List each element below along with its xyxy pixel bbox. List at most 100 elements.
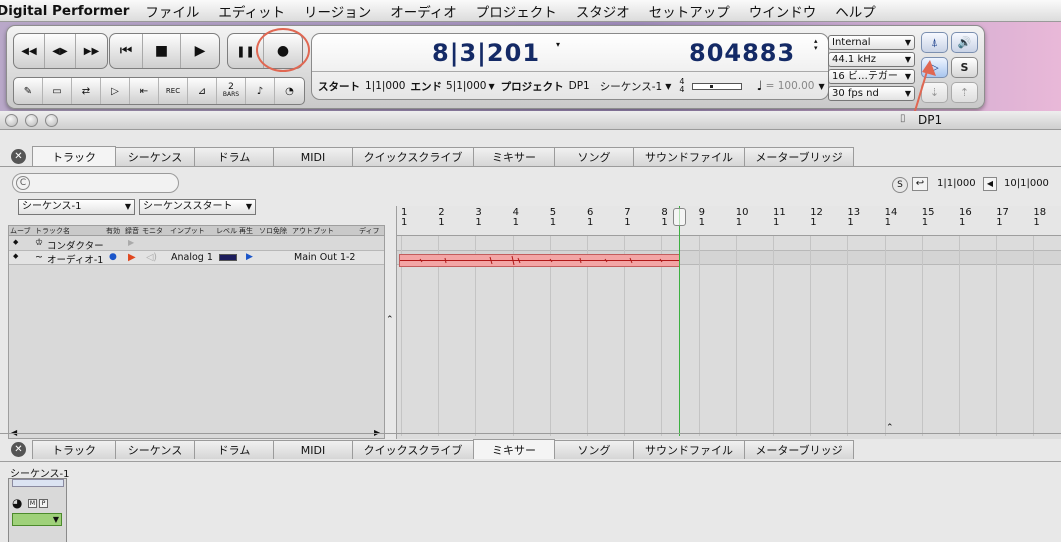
- tab-tracks-bottom[interactable]: トラック: [32, 440, 116, 459]
- move-handle-icon[interactable]: ◆: [13, 238, 18, 246]
- menu-region[interactable]: リージョン: [304, 1, 371, 21]
- clock-button[interactable]: ◔: [275, 78, 304, 104]
- ruler-bar-4[interactable]: 41: [513, 208, 519, 228]
- ruler-bar-5[interactable]: 51: [550, 208, 556, 228]
- tab-meter-bridge-bottom[interactable]: メーターブリッジ: [744, 440, 854, 459]
- menu-window[interactable]: ウインドウ: [749, 1, 817, 21]
- locator-end[interactable]: 10|1|000: [1004, 178, 1049, 189]
- menu-file[interactable]: ファイル: [145, 1, 199, 21]
- record-enable-icon[interactable]: ▶: [128, 252, 136, 263]
- auto-stop-button[interactable]: ⇤: [130, 78, 159, 104]
- sequence-start-select[interactable]: シーケンススタート ▼: [139, 199, 256, 215]
- window-zoom-button[interactable]: [45, 114, 58, 127]
- menu-edit[interactable]: エディット: [218, 1, 285, 21]
- monitor-icon[interactable]: ◁): [146, 252, 157, 263]
- sequence-dropdown-icon[interactable]: ▼: [665, 82, 671, 91]
- tab-sequence[interactable]: シーケンス: [115, 147, 195, 166]
- ruler-bar-1[interactable]: 11: [401, 208, 407, 228]
- sample-counter[interactable]: 804883: [689, 39, 795, 67]
- tab-soundbites[interactable]: サウンドファイル: [633, 147, 745, 166]
- ruler-bar-6[interactable]: 61: [587, 208, 593, 228]
- counter-dropdown-icon[interactable]: ▾: [556, 40, 560, 49]
- tempo-value[interactable]: = 100.00: [766, 80, 815, 92]
- menu-project[interactable]: プロジェクト: [476, 1, 557, 21]
- track-name[interactable]: オーディオ-1: [47, 252, 103, 266]
- mute-button[interactable]: M: [28, 499, 37, 508]
- play-enable-icon[interactable]: ▶: [128, 238, 134, 247]
- play-enable-button[interactable]: P: [39, 499, 48, 508]
- pan-knob-icon[interactable]: ◕: [12, 496, 22, 510]
- rec-button[interactable]: REC: [159, 78, 188, 104]
- ruler-bar-10[interactable]: 10 1: [736, 208, 749, 228]
- close-bottom-pane-icon[interactable]: ✕: [11, 442, 26, 457]
- ruler-bar-18[interactable]: 18 1: [1033, 208, 1046, 228]
- window-close-button[interactable]: [5, 114, 18, 127]
- pane-splitter-icon[interactable]: ⌃: [886, 423, 894, 433]
- locator-left-arrow-icon[interactable]: ◀: [983, 177, 997, 191]
- tab-midi-bottom[interactable]: MIDI: [273, 440, 353, 459]
- metronome-toggle-button[interactable]: ⍋: [921, 32, 948, 53]
- splitter-handle-icon[interactable]: ⌃: [386, 315, 394, 325]
- menu-studio[interactable]: スタジオ: [576, 1, 630, 21]
- project-value[interactable]: DP1: [569, 80, 590, 92]
- ruler-bar-16[interactable]: 16 1: [959, 208, 972, 228]
- play-icon[interactable]: ▶: [246, 252, 253, 262]
- start-value[interactable]: 1|1|000: [365, 80, 405, 92]
- tab-quickscribe[interactable]: クイックスクライブ: [352, 147, 474, 166]
- ruler-bar-17[interactable]: 17 1: [996, 208, 1009, 228]
- tab-midi[interactable]: MIDI: [273, 147, 353, 166]
- track-input[interactable]: Analog 1: [171, 252, 213, 263]
- enable-icon[interactable]: ●: [109, 252, 117, 262]
- stop-button[interactable]: ■: [143, 34, 181, 68]
- end-dropdown-icon[interactable]: ▼: [488, 82, 494, 91]
- up-arrow-button[interactable]: ⇡: [951, 82, 978, 103]
- ruler-bar-13[interactable]: 13 1: [847, 208, 860, 228]
- memory-cycle-button[interactable]: ▭: [43, 78, 72, 104]
- insert-select[interactable]: ▼: [12, 513, 62, 526]
- playhead-handle[interactable]: [673, 208, 686, 226]
- menu-audio[interactable]: オーディオ: [390, 1, 457, 21]
- playhead[interactable]: [679, 206, 680, 436]
- scrub-button[interactable]: ◀▶: [45, 34, 76, 68]
- window-minimize-button[interactable]: [25, 114, 38, 127]
- tab-meter-bridge[interactable]: メーターブリッジ: [744, 147, 854, 166]
- sequence-value[interactable]: シーケンス-1: [600, 79, 662, 94]
- tab-drums-bottom[interactable]: ドラム: [194, 440, 274, 459]
- ruler-bar-15[interactable]: 15 1: [922, 208, 935, 228]
- fast-forward-button[interactable]: ▶▶: [76, 34, 107, 68]
- rewind-button[interactable]: ◀◀: [14, 34, 45, 68]
- ruler-bar-12[interactable]: 12 1: [810, 208, 823, 228]
- speaker-button[interactable]: 🔊: [951, 32, 978, 53]
- audio-clip[interactable]: [399, 254, 680, 267]
- ruler-bar-11[interactable]: 11 1: [773, 208, 786, 228]
- auto-rewind-button[interactable]: ▷: [101, 78, 130, 104]
- track-name[interactable]: コンダクター: [47, 238, 104, 252]
- search-field[interactable]: C: [12, 173, 179, 193]
- overdub-button[interactable]: ⇄: [72, 78, 101, 104]
- tab-song-bottom[interactable]: ソング: [554, 440, 634, 459]
- locator-start[interactable]: 1|1|000: [937, 178, 976, 189]
- tab-sequence-bottom[interactable]: シーケンス: [115, 440, 195, 459]
- countoff-button[interactable]: ⊿: [188, 78, 217, 104]
- tab-mixer-bottom[interactable]: ミキサー: [473, 439, 555, 459]
- ruler-bar-14[interactable]: 14 1: [885, 208, 898, 228]
- metronome-button[interactable]: ♪: [246, 78, 275, 104]
- return-to-start-icon[interactable]: ↩: [912, 177, 928, 191]
- ruler-bar-2[interactable]: 21: [438, 208, 444, 228]
- sequence-select[interactable]: シーケンス-1 ▼: [18, 199, 135, 215]
- search-clear-icon[interactable]: C: [16, 176, 30, 190]
- track-row[interactable]: ◆ ♔ コンダクター ▶: [9, 237, 384, 252]
- menu-setup[interactable]: セットアップ: [649, 1, 730, 21]
- sync-select[interactable]: Internal ▼: [828, 35, 915, 50]
- bar-ruler[interactable]: 1 1 2 1 3 1 4 1 5 1 6 1 7 1 8 1 9 1 10 1 11 1 12 1 13 1 14 1 15 1 16 1 1…: [397, 206, 1061, 236]
- track-row[interactable]: ◆ ~ オーディオ-1 ● ▶ ◁) Analog 1 ▶ Main Out 1…: [9, 251, 384, 266]
- tab-soundbites-bottom[interactable]: サウンドファイル: [633, 440, 745, 459]
- tempo-slider[interactable]: [692, 82, 743, 90]
- end-value[interactable]: 5|1|000: [446, 80, 486, 92]
- close-pane-icon[interactable]: ✕: [11, 149, 26, 164]
- tab-mixer[interactable]: ミキサー: [473, 147, 555, 166]
- measure-counter[interactable]: 8|3|201: [432, 39, 540, 67]
- meter[interactable]: 4 4: [679, 78, 684, 94]
- tab-tracks[interactable]: トラック: [32, 146, 116, 166]
- solo-button[interactable]: S: [951, 57, 978, 78]
